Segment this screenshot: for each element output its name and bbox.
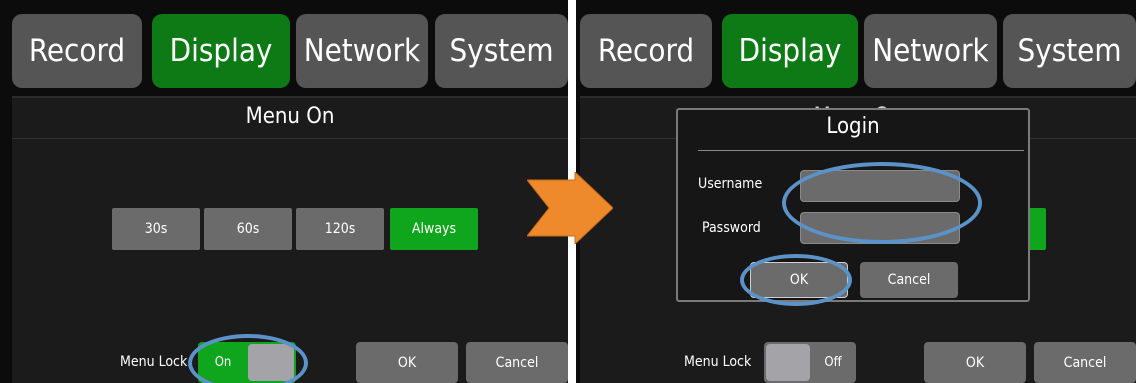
- login-title: Login: [826, 114, 880, 139]
- ok-button[interactable]: OK: [356, 342, 458, 383]
- ok-highlight-ring: [740, 254, 852, 306]
- tab-record[interactable]: Record: [580, 14, 712, 88]
- right-screen: Record Display Network System Menu On Me…: [576, 0, 1136, 383]
- menu-lock-label: Menu Lock: [120, 354, 188, 370]
- login-cancel-button[interactable]: Cancel: [860, 262, 958, 298]
- duration-120s-button[interactable]: 120s: [296, 208, 384, 250]
- menu-lock-toggle[interactable]: Off: [764, 342, 856, 383]
- right-arrow-icon: [527, 172, 613, 244]
- fields-highlight-ring: [782, 162, 982, 244]
- tab-record[interactable]: Record: [12, 14, 142, 88]
- tab-display[interactable]: Display: [152, 14, 290, 88]
- duration-always-button[interactable]: Always: [390, 208, 478, 250]
- tab-system[interactable]: System: [435, 14, 568, 88]
- tab-display[interactable]: Display: [722, 14, 858, 88]
- username-label: Username: [698, 176, 763, 192]
- divider: [12, 138, 568, 139]
- menu-lock-label: Menu Lock: [684, 354, 752, 370]
- duration-30s-button[interactable]: 30s: [112, 208, 200, 250]
- title-separator: [698, 150, 1024, 151]
- toggle-knob: [766, 344, 810, 381]
- password-label: Password: [702, 220, 761, 236]
- cancel-button[interactable]: Cancel: [466, 342, 568, 383]
- highlight-ring: [188, 334, 308, 383]
- ok-button[interactable]: OK: [924, 342, 1026, 383]
- toggle-state-label: Off: [824, 355, 842, 370]
- tab-network[interactable]: Network: [864, 14, 997, 88]
- tab-network[interactable]: Network: [296, 14, 428, 88]
- cancel-button[interactable]: Cancel: [1034, 342, 1136, 383]
- panel-title: Menu On: [245, 103, 335, 129]
- left-screen: Record Display Network System Menu On 30…: [0, 0, 568, 383]
- duration-60s-button[interactable]: 60s: [204, 208, 292, 250]
- tab-system[interactable]: System: [1003, 14, 1136, 88]
